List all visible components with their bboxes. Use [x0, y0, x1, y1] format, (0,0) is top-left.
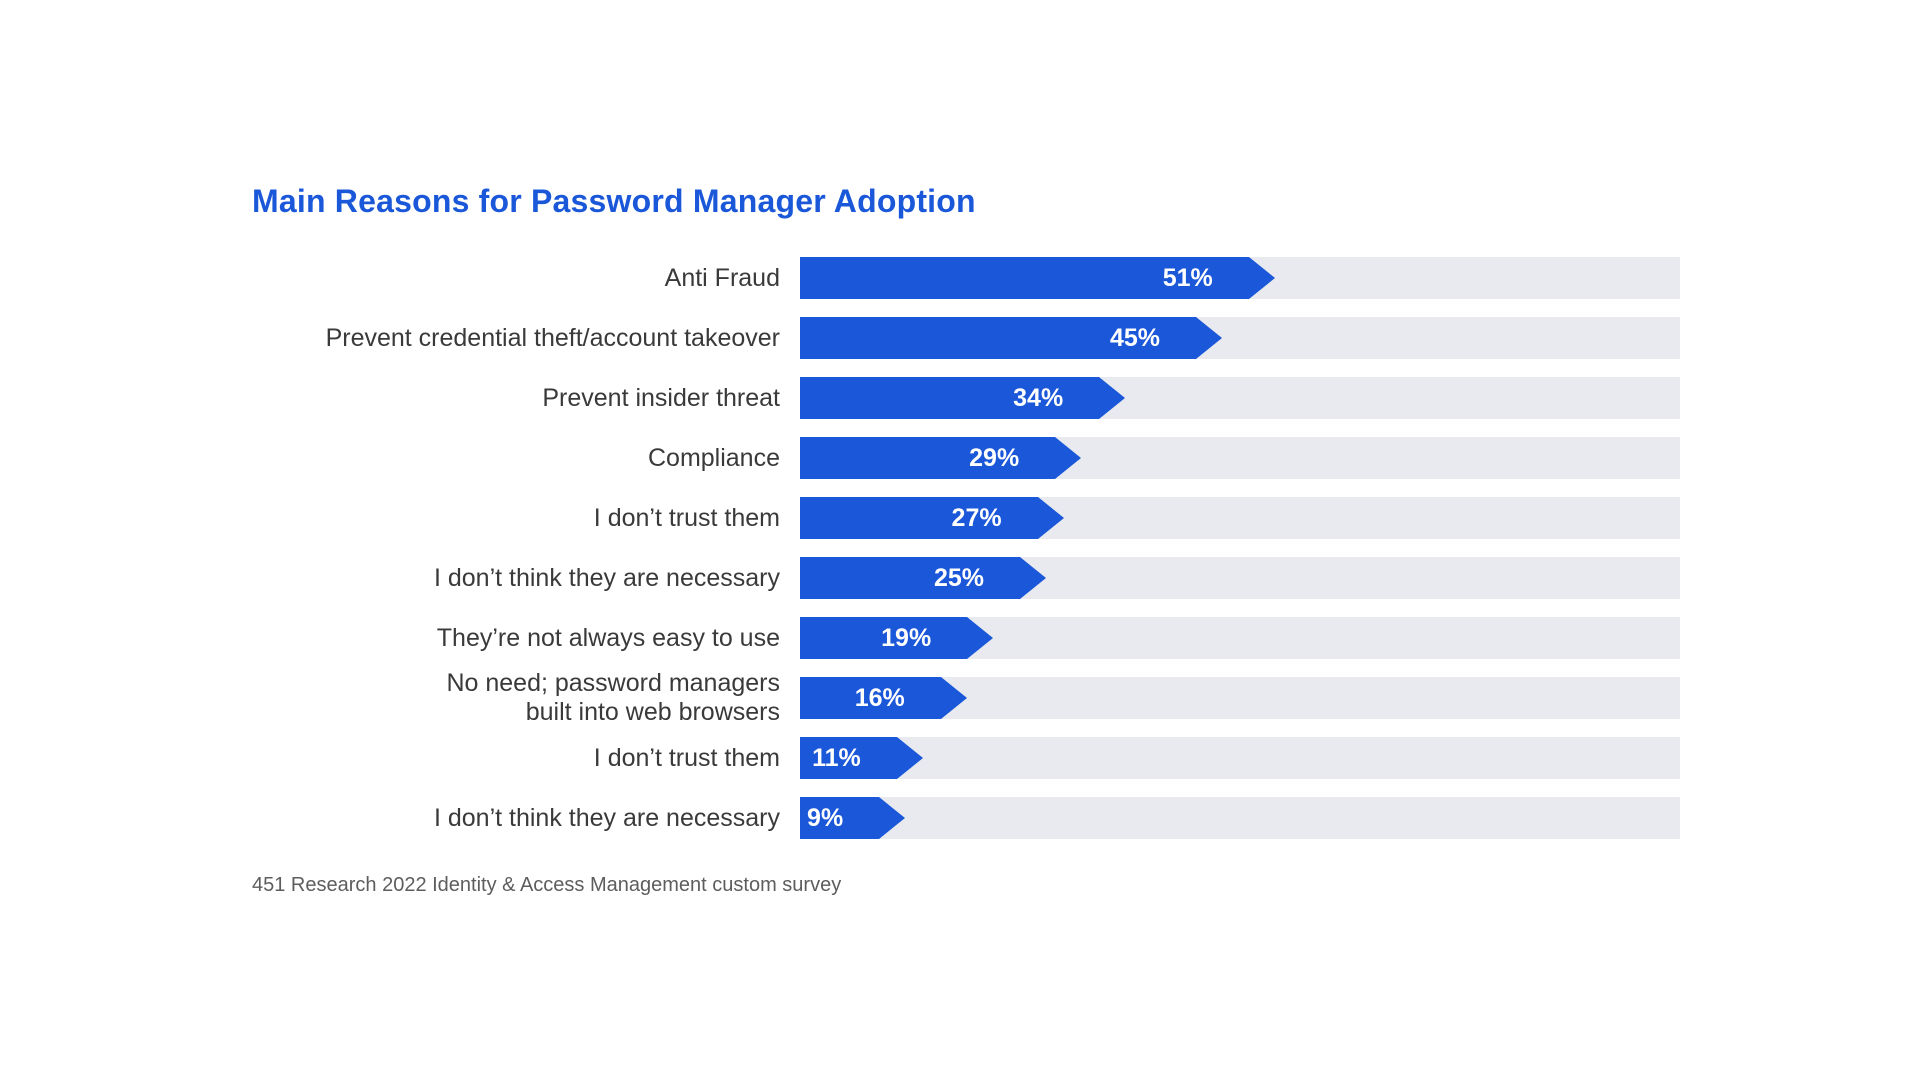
bar-row: I don’t trust them27% [240, 488, 1680, 548]
bar-value-label: 34% [800, 377, 1099, 419]
bar-value-label: 45% [800, 317, 1196, 359]
bar-arrow-tip [941, 677, 967, 719]
bar-value-label: 25% [800, 557, 1020, 599]
bar-track: 29% [800, 437, 1680, 479]
bar-value-label: 51% [800, 257, 1249, 299]
bar-track: 9% [800, 797, 1680, 839]
bar-value-label: 9% [800, 797, 879, 839]
bar-category-label: Compliance [240, 444, 800, 473]
bar-row: I don’t trust them11% [240, 728, 1680, 788]
bar-arrow-tip [1038, 497, 1064, 539]
chart-title: Main Reasons for Password Manager Adopti… [252, 183, 1680, 220]
bar-category-label: They’re not always easy to use [240, 624, 800, 653]
bar-chart: Anti Fraud51%Prevent credential theft/ac… [240, 248, 1680, 848]
bar-arrow-tip [1099, 377, 1125, 419]
bar-row: Anti Fraud51% [240, 248, 1680, 308]
bar-arrow-tip [1249, 257, 1275, 299]
bar-arrow-tip [1020, 557, 1046, 599]
bar-category-label: I don’t trust them [240, 744, 800, 773]
bar-track: 19% [800, 617, 1680, 659]
bar-category-label: No need; password managersbuilt into web… [240, 669, 800, 727]
bar-row: Prevent insider threat34% [240, 368, 1680, 428]
bar-value-label: 27% [800, 497, 1038, 539]
bar-row: They’re not always easy to use19% [240, 608, 1680, 668]
bar-category-label: Prevent credential theft/account takeove… [240, 324, 800, 353]
bar-arrow-tip [1055, 437, 1081, 479]
bar-arrow-tip [897, 737, 923, 779]
bar-arrow-tip [967, 617, 993, 659]
bar-row: No need; password managersbuilt into web… [240, 668, 1680, 728]
bar-value-label: 19% [800, 617, 967, 659]
bar-arrow-tip [1196, 317, 1222, 359]
chart-source-footnote: 451 Research 2022 Identity & Access Mana… [252, 874, 1680, 897]
bar-category-label: Anti Fraud [240, 264, 800, 293]
bar-row: I don’t think they are necessary9% [240, 788, 1680, 848]
bar-track: 11% [800, 737, 1680, 779]
bar-track: 51% [800, 257, 1680, 299]
bar-value-label: 11% [800, 737, 897, 779]
bar-arrow-tip [879, 797, 905, 839]
bar-track: 34% [800, 377, 1680, 419]
bar-track: 25% [800, 557, 1680, 599]
bar-value-label: 16% [800, 677, 941, 719]
bar-track: 16% [800, 677, 1680, 719]
bar-category-label: Prevent insider threat [240, 384, 800, 413]
bar-category-label: I don’t trust them [240, 504, 800, 533]
bar-row: Compliance29% [240, 428, 1680, 488]
bar-category-label: I don’t think they are necessary [240, 804, 800, 833]
bar-track: 45% [800, 317, 1680, 359]
bar-category-label: I don’t think they are necessary [240, 564, 800, 593]
bar-track: 27% [800, 497, 1680, 539]
bar-value-label: 29% [800, 437, 1055, 479]
bar-row: Prevent credential theft/account takeove… [240, 308, 1680, 368]
bar-row: I don’t think they are necessary25% [240, 548, 1680, 608]
